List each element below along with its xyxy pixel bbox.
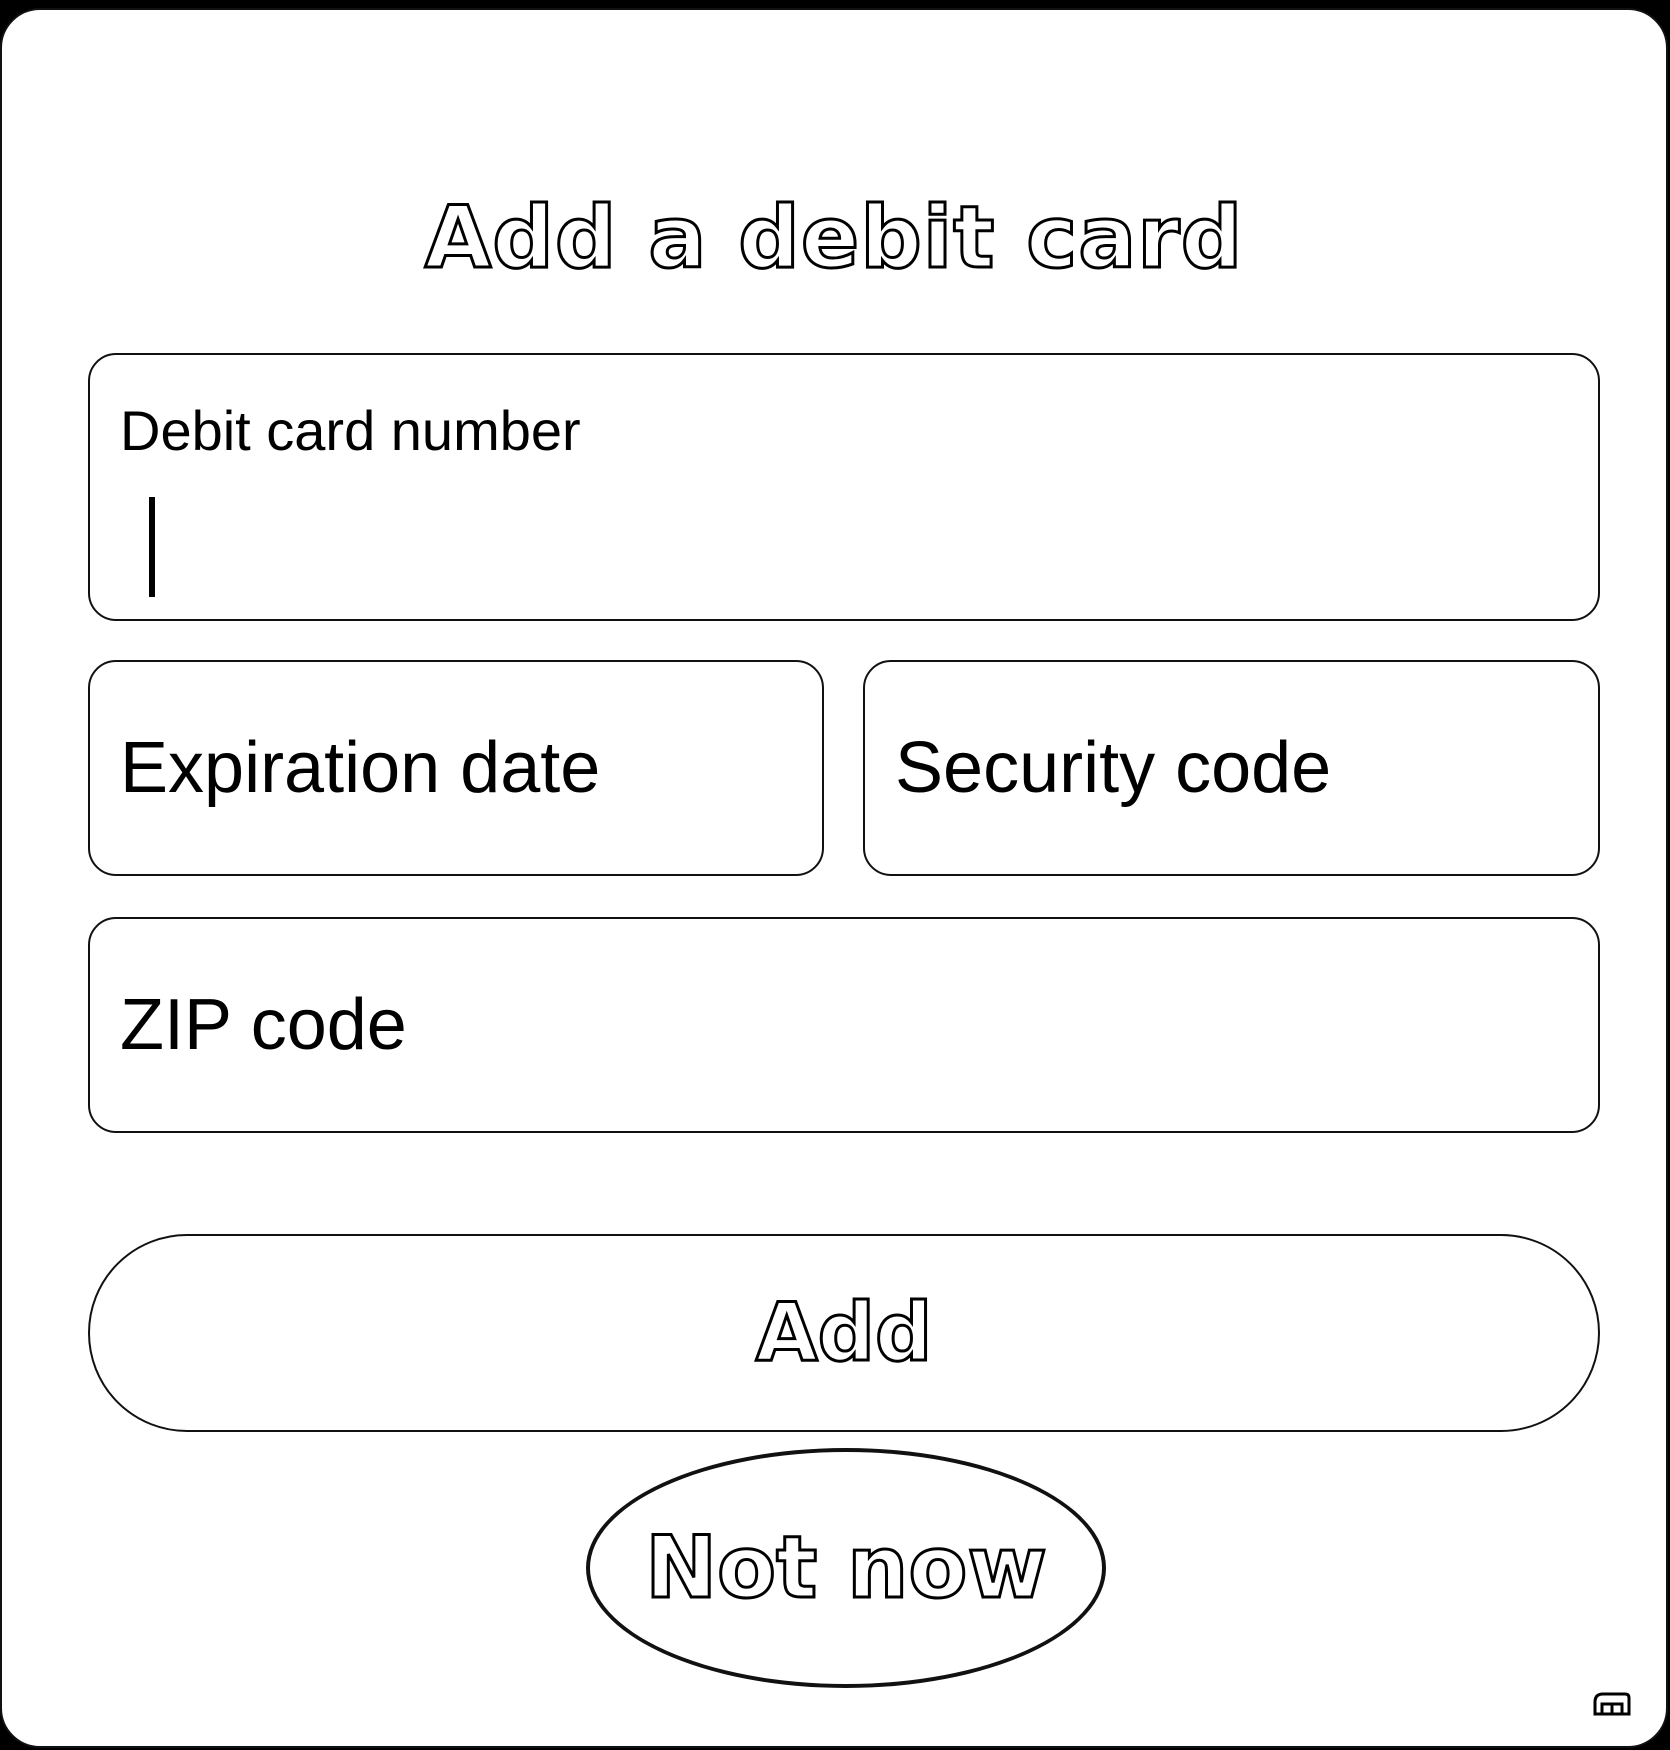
debit-card-number-field[interactable]: Debit card number bbox=[88, 353, 1600, 621]
security-code-placeholder: Security code bbox=[895, 728, 1332, 808]
expiration-date-placeholder: Expiration date bbox=[120, 728, 601, 808]
not-now-button-label: Not now bbox=[644, 1518, 1049, 1618]
expiration-date-field[interactable]: Expiration date bbox=[88, 660, 824, 876]
zip-code-field[interactable]: ZIP code bbox=[88, 917, 1600, 1133]
wallet-icon bbox=[1593, 1692, 1631, 1716]
security-code-field[interactable]: Security code bbox=[863, 660, 1600, 876]
add-button[interactable]: Add bbox=[88, 1234, 1600, 1432]
add-debit-card-dialog: Add a debit card Debit card number Expir… bbox=[0, 8, 1668, 1748]
debit-card-number-label: Debit card number bbox=[120, 399, 581, 462]
text-cursor bbox=[149, 497, 155, 597]
zip-code-placeholder: ZIP code bbox=[120, 985, 407, 1065]
add-button-label: Add bbox=[754, 1286, 933, 1379]
not-now-button[interactable]: Not now bbox=[586, 1448, 1106, 1688]
dialog-title: Add a debit card bbox=[423, 188, 1244, 288]
